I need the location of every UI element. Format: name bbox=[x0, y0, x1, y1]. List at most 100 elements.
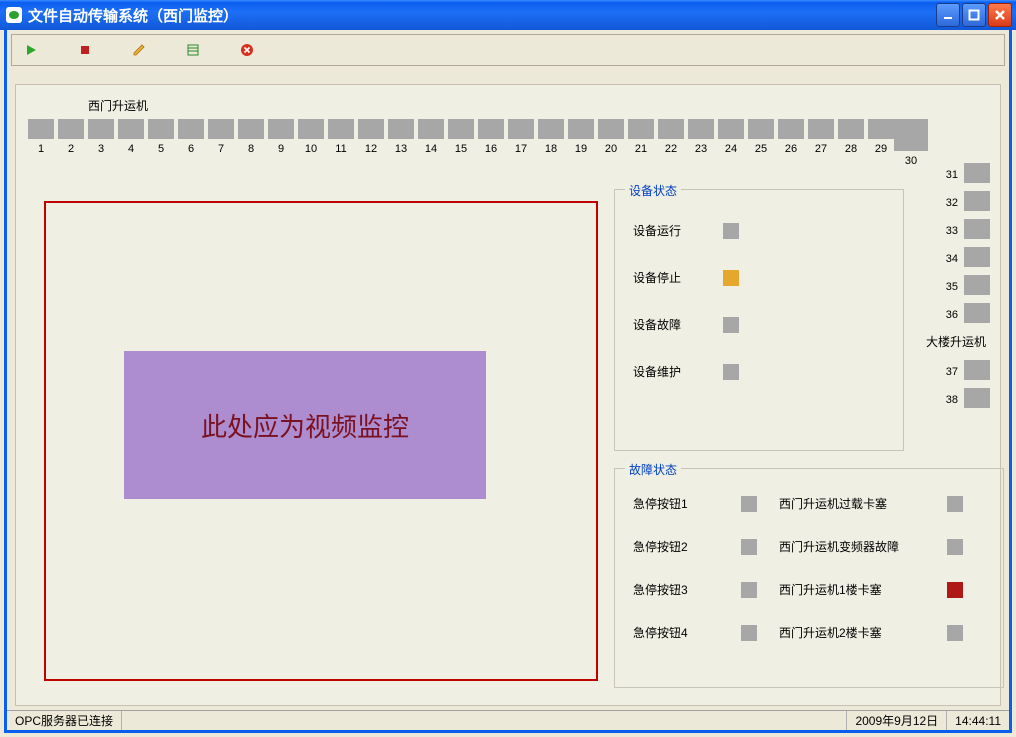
slot-box bbox=[868, 119, 894, 139]
slot-34[interactable]: 34 bbox=[942, 247, 990, 267]
slot-23[interactable]: 23 bbox=[688, 119, 714, 167]
slot-28[interactable]: 28 bbox=[838, 119, 864, 167]
slot-box bbox=[268, 119, 294, 139]
slot-20[interactable]: 20 bbox=[598, 119, 624, 167]
slot-22[interactable]: 22 bbox=[658, 119, 684, 167]
status-row: 设备停止 bbox=[633, 269, 891, 286]
fault-label: 西门升运机1楼卡塞 bbox=[779, 581, 929, 598]
slot-25[interactable]: 25 bbox=[748, 119, 774, 167]
status-indicator bbox=[723, 270, 739, 286]
status-row: 设备运行 bbox=[633, 222, 891, 239]
window-frame: 西门升运机 1234567891011121314151617181920212… bbox=[4, 30, 1012, 733]
minimize-button[interactable] bbox=[936, 3, 960, 27]
fault-label: 急停按钮1 bbox=[633, 495, 723, 512]
slot-number: 21 bbox=[635, 143, 647, 155]
fault-label: 西门升运机2楼卡塞 bbox=[779, 624, 929, 641]
slot-number: 37 bbox=[942, 366, 958, 378]
list-button[interactable] bbox=[184, 41, 202, 59]
slot-box bbox=[658, 119, 684, 139]
slot-box bbox=[58, 119, 84, 139]
slot-number: 35 bbox=[942, 281, 958, 293]
slot-2[interactable]: 2 bbox=[58, 119, 84, 167]
status-label: 设备停止 bbox=[633, 269, 693, 286]
slot-4[interactable]: 4 bbox=[118, 119, 144, 167]
slot-box bbox=[28, 119, 54, 139]
slot-number: 26 bbox=[785, 143, 797, 155]
slot-box bbox=[208, 119, 234, 139]
slot-box bbox=[894, 119, 928, 151]
slot-number: 32 bbox=[942, 197, 958, 209]
horizontal-slots: 1234567891011121314151617181920212223242… bbox=[28, 119, 980, 167]
error-button[interactable] bbox=[238, 41, 256, 59]
slot-31[interactable]: 31 bbox=[942, 163, 990, 183]
section-title: 西门升运机 bbox=[88, 97, 148, 114]
slot-number: 7 bbox=[218, 143, 224, 155]
slot-21[interactable]: 21 bbox=[628, 119, 654, 167]
slot-number: 11 bbox=[335, 143, 346, 155]
slot-6[interactable]: 6 bbox=[178, 119, 204, 167]
slot-30[interactable]: 30 bbox=[898, 119, 924, 167]
slot-9[interactable]: 9 bbox=[268, 119, 294, 167]
slot-box bbox=[538, 119, 564, 139]
fault-label: 急停按钮4 bbox=[633, 624, 723, 641]
slot-5[interactable]: 5 bbox=[148, 119, 174, 167]
slot-number: 19 bbox=[575, 143, 587, 155]
slot-29[interactable]: 29 bbox=[868, 119, 894, 167]
slot-box bbox=[418, 119, 444, 139]
fault-indicator bbox=[947, 539, 963, 555]
slot-box bbox=[808, 119, 834, 139]
slot-8[interactable]: 8 bbox=[238, 119, 264, 167]
slot-24[interactable]: 24 bbox=[718, 119, 744, 167]
slot-12[interactable]: 12 bbox=[358, 119, 384, 167]
slot-19[interactable]: 19 bbox=[568, 119, 594, 167]
slot-27[interactable]: 27 bbox=[808, 119, 834, 167]
slot-box bbox=[598, 119, 624, 139]
slot-number: 23 bbox=[695, 143, 707, 155]
fault-status-legend: 故障状态 bbox=[625, 461, 681, 478]
slot-7[interactable]: 7 bbox=[208, 119, 234, 167]
play-button[interactable] bbox=[22, 41, 40, 59]
fault-indicator bbox=[741, 625, 757, 641]
slot-number: 1 bbox=[38, 143, 44, 155]
status-time: 14:44:11 bbox=[947, 711, 1009, 730]
slot-number: 29 bbox=[875, 143, 887, 155]
building-lift-label: 大楼升运机 bbox=[926, 333, 986, 350]
close-button[interactable] bbox=[988, 3, 1012, 27]
slot-number: 24 bbox=[725, 143, 737, 155]
slot-35[interactable]: 35 bbox=[942, 275, 990, 295]
slot-box bbox=[964, 360, 990, 380]
slot-box bbox=[964, 163, 990, 183]
slot-32[interactable]: 32 bbox=[942, 191, 990, 211]
maximize-button[interactable] bbox=[962, 3, 986, 27]
slot-26[interactable]: 26 bbox=[778, 119, 804, 167]
edit-button[interactable] bbox=[130, 41, 148, 59]
slot-13[interactable]: 13 bbox=[388, 119, 414, 167]
slot-box bbox=[478, 119, 504, 139]
slot-number: 18 bbox=[545, 143, 557, 155]
slot-14[interactable]: 14 bbox=[418, 119, 444, 167]
slot-number: 13 bbox=[395, 143, 407, 155]
slot-3[interactable]: 3 bbox=[88, 119, 114, 167]
slot-11[interactable]: 11 bbox=[328, 119, 354, 167]
window-controls bbox=[936, 3, 1012, 27]
slot-box bbox=[508, 119, 534, 139]
slot-number: 36 bbox=[942, 309, 958, 321]
slot-box bbox=[118, 119, 144, 139]
fault-status-group: 故障状态 急停按钮1西门升运机过载卡塞急停按钮2西门升运机变频器故障急停按钮3西… bbox=[614, 468, 1004, 688]
slot-37[interactable]: 37 bbox=[942, 360, 990, 380]
slot-box bbox=[298, 119, 324, 139]
slot-36[interactable]: 36 bbox=[942, 303, 990, 323]
slot-number: 6 bbox=[188, 143, 194, 155]
stop-button[interactable] bbox=[76, 41, 94, 59]
slot-15[interactable]: 15 bbox=[448, 119, 474, 167]
slot-number: 17 bbox=[515, 143, 527, 155]
slot-10[interactable]: 10 bbox=[298, 119, 324, 167]
slot-18[interactable]: 18 bbox=[538, 119, 564, 167]
main-canvas: 西门升运机 1234567891011121314151617181920212… bbox=[15, 84, 1001, 706]
slot-33[interactable]: 33 bbox=[942, 219, 990, 239]
slot-38[interactable]: 38 bbox=[942, 388, 990, 408]
fault-label: 西门升运机变频器故障 bbox=[779, 538, 929, 555]
slot-1[interactable]: 1 bbox=[28, 119, 54, 167]
slot-17[interactable]: 17 bbox=[508, 119, 534, 167]
slot-16[interactable]: 16 bbox=[478, 119, 504, 167]
